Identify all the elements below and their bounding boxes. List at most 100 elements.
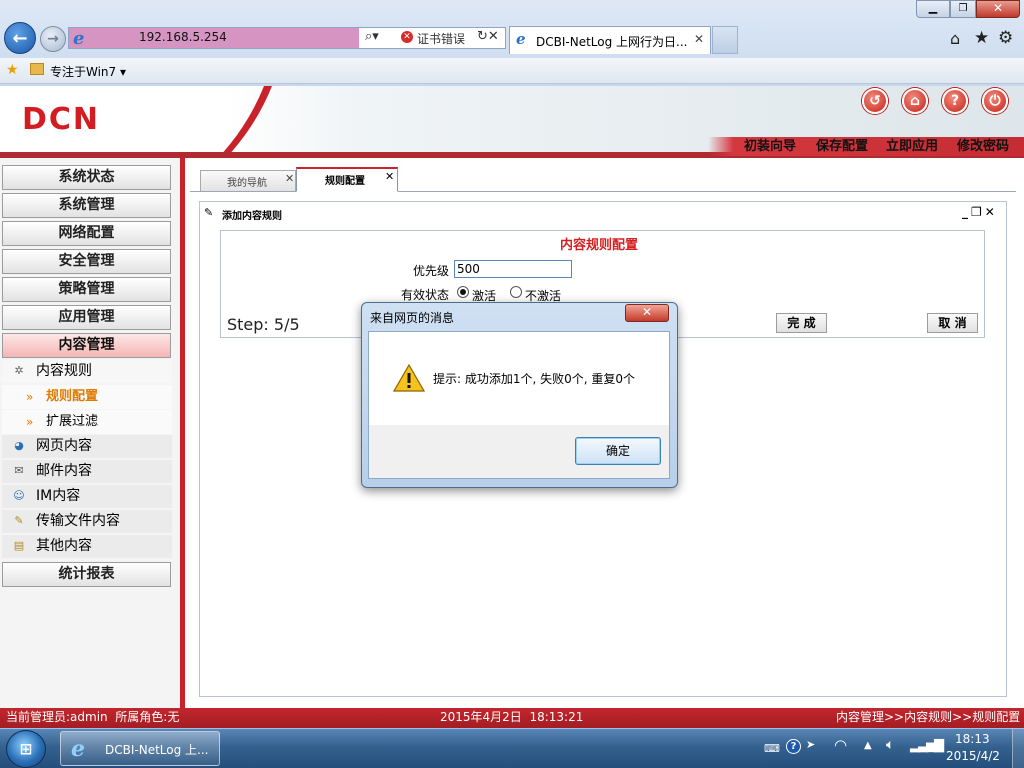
ie-icon: e [73,28,85,49]
show-desktop-button[interactable] [1012,729,1024,768]
gear-icon[interactable]: ⚙ [998,28,1013,48]
start-button[interactable]: ⊞ [6,730,46,768]
sidebar-item-mail-content[interactable]: ✉ 邮件内容 [2,460,172,483]
sidebar-item-other-content[interactable]: ▤ 其他内容 [2,535,172,558]
current-admin: 当前管理员:admin 所属角色:无 [6,710,180,724]
help-icon[interactable]: ? [942,88,968,114]
address-text[interactable]: 192.168.5.254 [139,30,227,44]
file-transfer-icon: ✎ [14,514,24,527]
forward-button[interactable]: → [40,26,66,52]
sidebar-item-rule-config[interactable]: » 规则配置 [2,385,172,409]
rule-icon: ✲ [14,364,24,377]
arrow-left-icon: ← [12,27,28,49]
clock-date[interactable]: 2015/4/2 [946,749,1000,763]
pen-icon: ✎ [204,206,214,219]
setup-wizard-link[interactable]: 初装向导 [744,138,796,156]
priority-input[interactable]: 500 [454,260,572,278]
dialog-message: 提示: 成功添加1个, 失败0个, 重复0个 [433,372,636,386]
home-icon[interactable]: ⌂ [902,88,928,114]
tab-rule-config[interactable]: 规则配置 ✕ [296,167,398,192]
back-button[interactable]: ← [4,22,36,54]
dcn-logo: DCN [22,102,101,137]
restore-button[interactable]: ❐ [950,0,976,18]
clipboard-icon: ▤ [13,539,25,552]
status-inactive-radio[interactable] [510,286,522,298]
dialog-title: 来自网页的消息 [370,311,455,325]
sidebar-network-config[interactable]: 网络配置 [2,221,171,246]
arrow-bullet-icon: » [26,390,34,404]
arrow-right-icon: → [47,31,59,47]
sidebar-item-content-rule[interactable]: ✲ 内容规则 [2,360,172,383]
web-icon: ◕ [14,439,24,452]
exit-icon[interactable]: ⏻ [982,88,1008,114]
taskbar-ie-window[interactable]: e DCBI-NetLog 上... [60,731,220,766]
form-title: 内容规则配置 [560,238,639,253]
ie-icon: e [516,30,526,48]
breadcrumb: 内容管理>>内容规则>>规则配置 [836,710,1021,724]
arrow-bullet-icon: » [26,415,34,429]
server-datetime: 2015年4月2日 18:13:21 [440,710,584,724]
header-swoosh [218,86,272,158]
wifi-icon[interactable]: ◠ [834,736,847,754]
status-active-radio[interactable] [457,286,469,298]
status-label: 有效状态 [401,288,450,302]
sidebar-system-status[interactable]: 系统状态 [2,165,171,190]
tab-my-navigation[interactable]: 我的导航 ✕ [200,170,296,191]
clock-time[interactable]: 18:13 [955,732,990,746]
sidebar-reports[interactable]: 统计报表 [2,562,171,587]
sidebar-system-management[interactable]: 系统管理 [2,193,171,218]
sidebar-item-file-content[interactable]: ✎ 传输文件内容 [2,510,172,533]
cert-error-icon[interactable]: ✕ [401,31,413,43]
change-password-link[interactable]: 修改密码 [957,138,1009,156]
keyboard-icon[interactable]: ⌨ [764,742,780,755]
favorites-item[interactable]: 专注于Win7 ▾ [50,63,126,80]
home-icon[interactable]: ⌂ [950,29,960,48]
folder-icon [30,63,44,75]
sidebar-item-extended-filter[interactable]: » 扩展过滤 [2,410,172,434]
cursor-icon[interactable]: ➤ [806,738,815,751]
minimize-button[interactable]: ▁ [916,0,950,18]
cancel-button[interactable]: 取 消 [927,313,978,333]
search-dropdown-icon[interactable]: ⌕▾ [365,29,379,44]
window-close-button[interactable]: ✕ [976,0,1020,18]
im-icon: ☺ [13,489,25,502]
dialog-close-button[interactable]: ✕ [625,304,669,322]
cert-error-text[interactable]: 证书错误 [417,30,465,47]
priority-label: 优先级 [413,264,450,278]
app-status-bar: 当前管理员:admin 所属角色:无 2015年4月2日 18:13:21 内容… [0,708,1024,728]
mail-icon: ✉ [14,464,24,477]
taskbar-item-label: DCBI-NetLog 上... [105,743,209,757]
refresh-icon[interactable]: ↻✕ [477,29,499,44]
close-icon[interactable]: ✕ [694,32,704,46]
panel-window-controls[interactable]: _❐✕ [962,205,998,219]
windows-logo-icon: ⊞ [19,740,33,758]
star-icon[interactable]: ★ [974,28,989,48]
favorites-bar: ★ 专注于Win7 ▾ [0,58,1024,84]
sidebar-content-management[interactable]: 内容管理 [2,333,171,358]
volume-icon[interactable]: 🔈︎ [886,737,894,753]
finish-button[interactable]: 完 成 [776,313,827,333]
sidebar-item-im-content[interactable]: ☺ IM内容 [2,485,172,508]
help-icon[interactable]: ? [786,739,801,754]
signal-icon[interactable]: ▂▃▅▇ [910,738,944,753]
close-icon[interactable]: ✕ [285,172,294,185]
favorites-star-icon[interactable]: ★ [6,62,19,78]
chevron-up-icon[interactable]: ▲ [864,740,872,751]
logout-icon[interactable]: ↺ [862,88,888,114]
sidebar-policy[interactable]: 策略管理 [2,277,171,302]
ie-icon: e [71,736,85,762]
sidebar-security[interactable]: 安全管理 [2,249,171,274]
panel-title: 添加内容规则 [222,211,282,222]
new-tab-button[interactable] [712,26,738,54]
ok-button[interactable]: 确定 [575,437,661,465]
save-config-link[interactable]: 保存配置 [816,138,868,156]
apply-now-link[interactable]: 立即应用 [886,138,938,156]
warning-icon [393,364,425,392]
sidebar-item-web-content[interactable]: ◕ 网页内容 [2,435,172,458]
close-icon[interactable]: ✕ [385,170,394,183]
step-indicator: Step: 5/5 [227,315,300,334]
browser-tab[interactable]: e DCBI-NetLog 上网行为日... ✕ [509,26,711,54]
sidebar-application[interactable]: 应用管理 [2,305,171,330]
browser-tab-title: DCBI-NetLog 上网行为日... [536,35,688,49]
address-bar[interactable]: e 192.168.5.254 ⌕▾ ✕ 证书错误 ↻✕ [68,27,506,49]
